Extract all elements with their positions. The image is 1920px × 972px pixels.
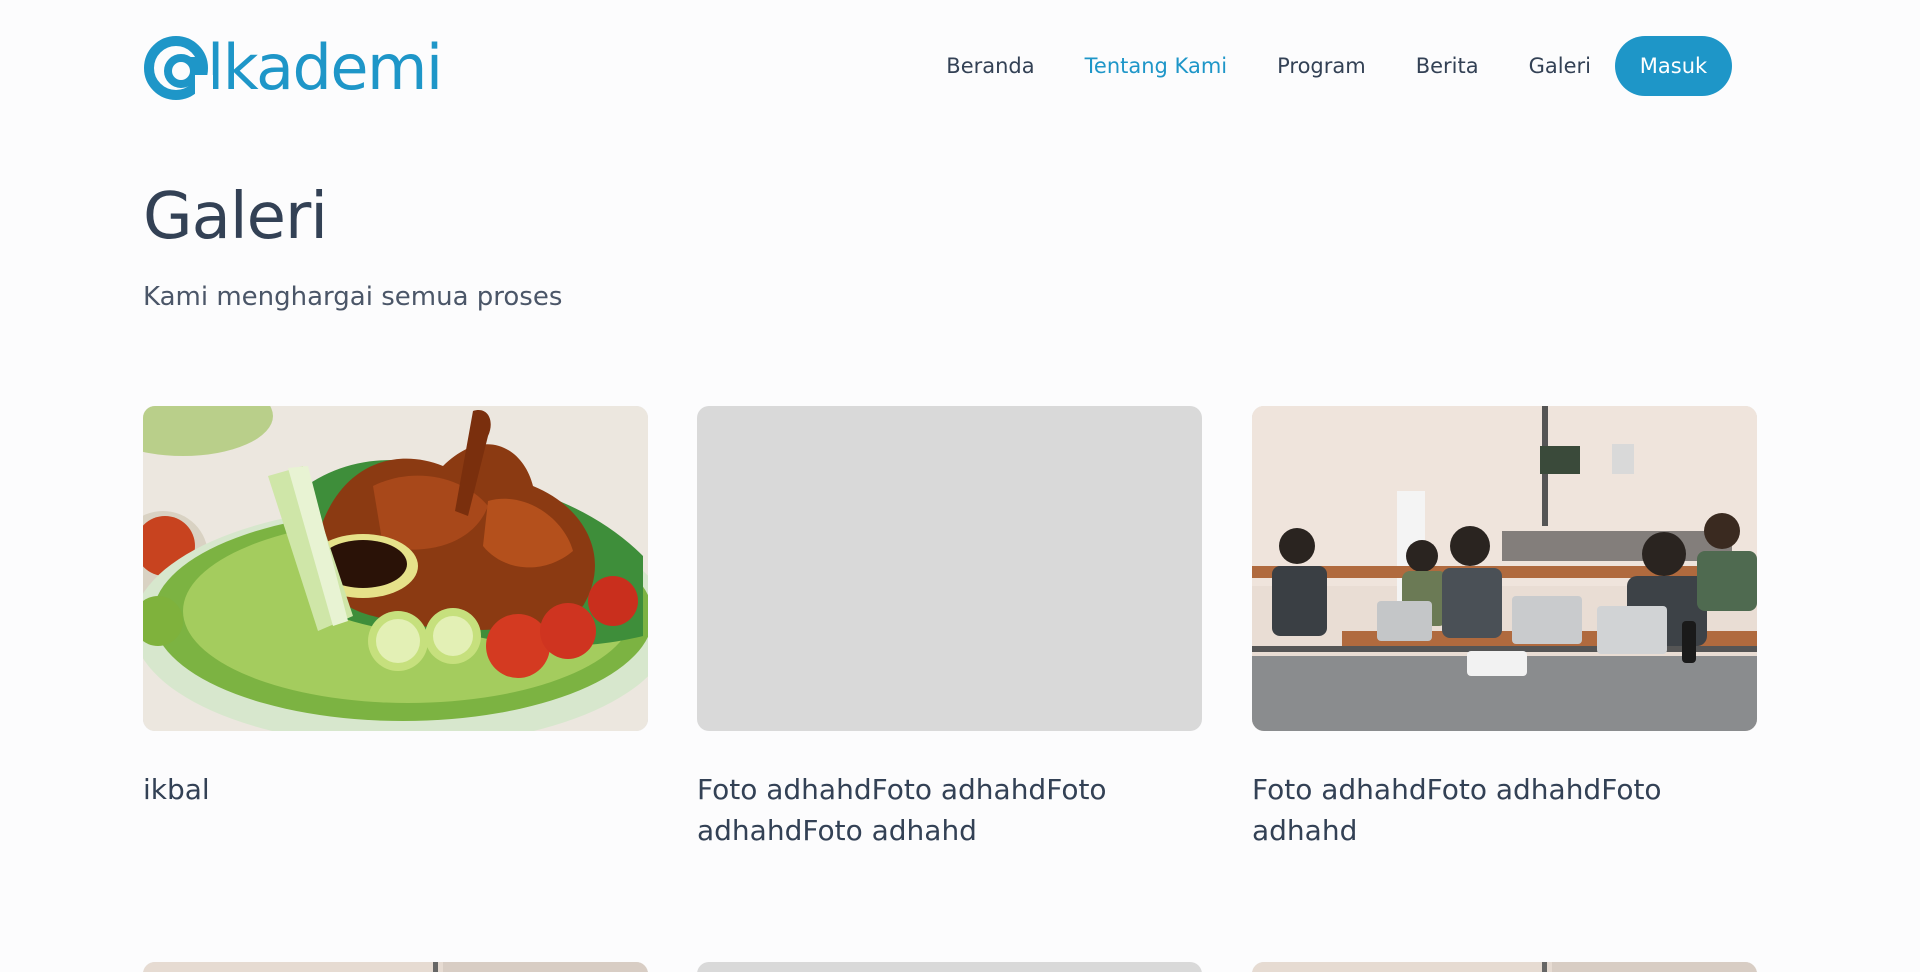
gallery-image-food[interactable] <box>143 406 648 731</box>
gallery-card[interactable] <box>143 962 648 972</box>
page: lkademi Beranda Tentang Kami Program Ber… <box>0 0 1920 972</box>
nav-berita[interactable]: Berita <box>1416 54 1479 78</box>
gallery-image-partial[interactable] <box>143 962 648 972</box>
page-subtitle: Kami menghargai semua proses <box>143 282 563 312</box>
classroom-photo <box>1252 406 1757 731</box>
gallery-image-placeholder[interactable] <box>697 406 1202 731</box>
gallery-image-partial[interactable] <box>1252 962 1757 972</box>
logo-text: lkademi <box>207 31 443 104</box>
grilled-chicken-photo <box>143 406 648 731</box>
site-logo[interactable]: lkademi <box>143 31 443 104</box>
gallery-card[interactable]: ikbal <box>143 406 648 810</box>
nav-galeri[interactable]: Galeri <box>1529 54 1591 78</box>
nav-tentang-kami[interactable]: Tentang Kami <box>1085 54 1227 78</box>
gallery-card[interactable] <box>1252 962 1757 972</box>
gallery-image-classroom[interactable] <box>1252 406 1757 731</box>
gallery-card[interactable] <box>697 962 1202 972</box>
gallery-card[interactable]: Foto adhahdFoto adhahdFoto adhahdFoto ad… <box>697 406 1202 851</box>
gallery-card-title[interactable]: Foto adhahdFoto adhahdFoto adhahdFoto ad… <box>697 769 1202 851</box>
page-title: Galeri <box>143 180 328 254</box>
gallery-card-title[interactable]: ikbal <box>143 769 648 810</box>
nav-program[interactable]: Program <box>1277 54 1366 78</box>
nav-beranda[interactable]: Beranda <box>946 54 1034 78</box>
gallery-card[interactable]: Foto adhahdFoto adhahdFoto adhahd <box>1252 406 1757 851</box>
login-button[interactable]: Masuk <box>1615 36 1732 96</box>
gallery-image-partial[interactable] <box>697 962 1202 972</box>
site-header: lkademi Beranda Tentang Kami Program Ber… <box>143 26 1732 106</box>
gallery-card-title[interactable]: Foto adhahdFoto adhahdFoto adhahd <box>1252 769 1757 851</box>
main-nav: Beranda Tentang Kami Program Berita Gale… <box>896 36 1732 96</box>
logo-at-icon <box>143 35 213 101</box>
